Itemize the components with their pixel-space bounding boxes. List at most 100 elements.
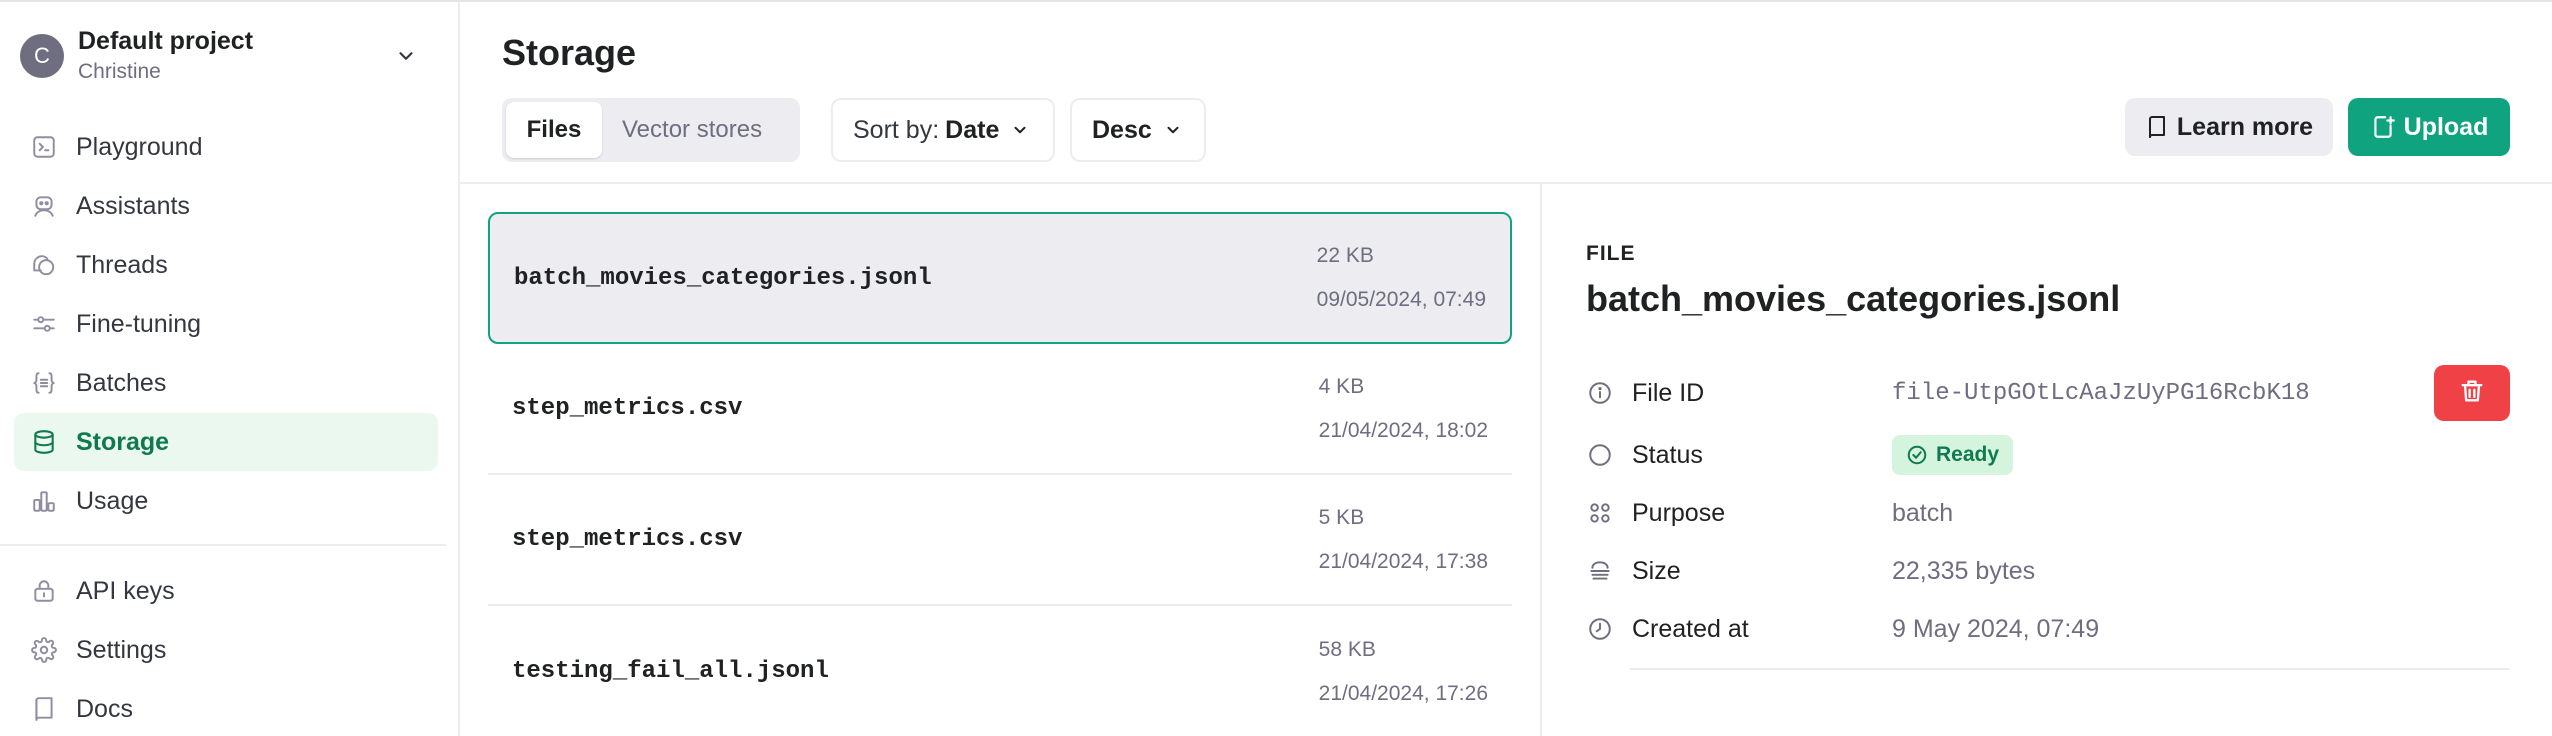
chevron-down-icon: [1011, 121, 1029, 139]
prop-purpose: Purpose batch: [1586, 484, 2510, 542]
panel-divider: [1540, 184, 1542, 736]
tab-files[interactable]: Files: [506, 102, 602, 158]
file-row[interactable]: step_metrics.csv 4 KB 21/04/2024, 18:02: [488, 344, 1512, 475]
file-meta: 5 KB 21/04/2024, 17:38: [1319, 496, 1488, 584]
file-id-value[interactable]: file-UtpGOtLcAaJzUyPG16RcbK18: [1892, 380, 2434, 407]
upload-label: Upload: [2403, 112, 2489, 141]
prop-value: Ready: [1892, 435, 2510, 475]
sidebar: C Default project Christine Playground A…: [0, 2, 460, 736]
sidebar-item-batches[interactable]: Batches: [14, 354, 438, 412]
status-badge: Ready: [1892, 435, 2014, 475]
sidebar-item-assistants[interactable]: Assistants: [14, 177, 438, 235]
project-info: Default project Christine: [78, 25, 392, 87]
chat-bubbles-icon: [30, 251, 58, 279]
database-icon: [30, 428, 58, 456]
file-meta: 4 KB 21/04/2024, 18:02: [1319, 365, 1488, 453]
chevron-down-icon: [1164, 121, 1182, 139]
check-circle-icon: [1906, 444, 1928, 466]
prop-created-at: Created at 9 May 2024, 07:49: [1586, 600, 2510, 658]
braces-list-icon: [30, 369, 58, 397]
sidebar-item-label: Playground: [76, 132, 203, 161]
file-name: step_metrics.csv: [512, 526, 743, 553]
sort-by-dropdown[interactable]: Sort by: Date: [831, 98, 1055, 162]
file-row-selected[interactable]: batch_movies_categories.jsonl 22 KB 09/0…: [488, 212, 1512, 344]
header-divider: [460, 182, 2552, 184]
file-date: 21/04/2024, 17:26: [1318, 681, 1488, 705]
sidebar-item-settings[interactable]: Settings: [14, 621, 438, 679]
sidebar-item-label: Storage: [76, 427, 170, 456]
chevron-down-icon[interactable]: [392, 42, 420, 70]
page-title: Storage: [502, 32, 637, 73]
clock-icon: [1586, 615, 1614, 643]
prop-label: Size: [1632, 556, 1681, 585]
circle-icon: [1586, 441, 1614, 469]
file-row[interactable]: step_metrics.csv 5 KB 21/04/2024, 17:38: [488, 475, 1512, 606]
file-list: batch_movies_categories.jsonl 22 KB 09/0…: [488, 212, 1512, 736]
sidebar-item-label: Settings: [76, 635, 167, 664]
sidebar-item-api-keys[interactable]: API keys: [14, 562, 438, 620]
sidebar-item-label: API keys: [76, 576, 175, 605]
trash-icon: [2458, 377, 2486, 410]
file-size: 5 KB: [1318, 505, 1365, 529]
prop-value: 9 May 2024, 07:49: [1892, 614, 2100, 643]
file-properties: File ID file-UtpGOtLcAaJzUyPG16RcbK18 St…: [1586, 360, 2510, 658]
terminal-icon: [30, 133, 58, 161]
file-date: 09/05/2024, 07:49: [1316, 288, 1486, 311]
sidebar-item-docs[interactable]: Docs: [14, 680, 438, 736]
stack-icon: [1586, 557, 1614, 585]
file-name: testing_fail_all.jsonl: [512, 658, 829, 685]
prop-size: Size 22,335 bytes: [1586, 542, 2510, 600]
sliders-icon: [30, 310, 58, 338]
file-meta: 58 KB 21/04/2024, 17:26: [1319, 628, 1488, 716]
grid-dots-icon: [1586, 499, 1614, 527]
sidebar-item-label: Usage: [76, 486, 149, 515]
storage-tabs: Files Vector stores: [502, 98, 800, 162]
file-date: 21/04/2024, 18:02: [1318, 418, 1488, 442]
delete-file-button[interactable]: [2434, 365, 2510, 421]
bar-chart-icon: [30, 487, 58, 515]
upload-button[interactable]: Upload: [2348, 98, 2510, 156]
prop-value: 22,335 bytes: [1892, 556, 2036, 585]
prop-status: Status Ready: [1586, 426, 2510, 484]
detail-title: batch_movies_categories.jsonl: [1586, 278, 2121, 319]
file-name: batch_movies_categories.jsonl: [514, 264, 932, 292]
sort-by-label: Sort by:: [853, 115, 940, 144]
sidebar-item-usage[interactable]: Usage: [14, 472, 438, 530]
project-user: Christine: [78, 60, 161, 83]
status-badge-label: Ready: [1936, 443, 2000, 466]
sidebar-item-threads[interactable]: Threads: [14, 236, 438, 294]
prop-label: Purpose: [1632, 498, 1726, 527]
sidebar-item-label: Batches: [76, 368, 167, 397]
file-detail-panel: FILE batch_movies_categories.jsonl File …: [1586, 242, 2510, 670]
project-switcher[interactable]: C Default project Christine: [20, 22, 420, 90]
avatar: C: [20, 34, 64, 78]
lock-icon: [30, 577, 58, 605]
info-icon: [1586, 379, 1614, 407]
file-size: 4 KB: [1318, 374, 1365, 398]
file-name: step_metrics.csv: [512, 395, 743, 422]
detail-kicker: FILE: [1586, 242, 1636, 265]
upload-icon: [2370, 114, 2396, 140]
file-row[interactable]: testing_fail_all.jsonl 58 KB 21/04/2024,…: [488, 606, 1512, 736]
prop-file-id: File ID file-UtpGOtLcAaJzUyPG16RcbK18: [1586, 360, 2510, 426]
main-content: Storage Files Vector stores Sort by: Dat…: [460, 2, 2552, 736]
sort-order-dropdown[interactable]: Desc: [1070, 98, 1206, 162]
project-name: Default project: [78, 27, 254, 55]
gear-icon: [30, 636, 58, 664]
learn-more-label: Learn more: [2176, 112, 2314, 141]
sort-order-value: Desc: [1092, 115, 1152, 144]
sidebar-item-label: Assistants: [76, 191, 190, 220]
sidebar-item-playground[interactable]: Playground: [14, 118, 438, 176]
sidebar-item-label: Fine-tuning: [76, 309, 202, 338]
book-icon: [30, 695, 58, 723]
sidebar-item-storage[interactable]: Storage: [14, 413, 438, 471]
app-window: C Default project Christine Playground A…: [0, 0, 2552, 736]
prop-label: Status: [1632, 440, 1703, 469]
detail-divider: [1630, 668, 2510, 670]
sidebar-item-label: Threads: [76, 250, 168, 279]
sidebar-item-fine-tuning[interactable]: Fine-tuning: [14, 295, 438, 353]
learn-more-button[interactable]: Learn more: [2125, 98, 2333, 156]
file-size: 58 KB: [1318, 637, 1376, 661]
tab-vector-stores[interactable]: Vector stores: [602, 102, 782, 158]
file-meta: 22 KB 09/05/2024, 07:49: [1317, 234, 1486, 322]
